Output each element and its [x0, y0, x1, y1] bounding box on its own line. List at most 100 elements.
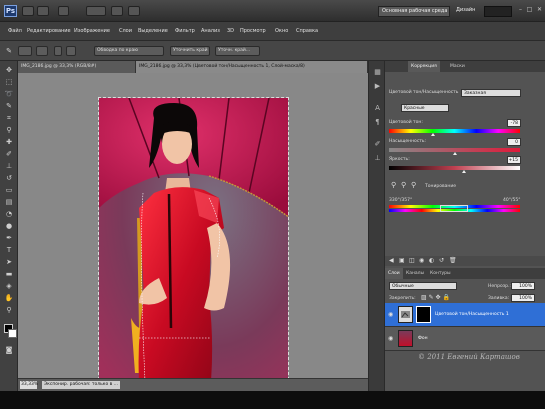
eyedropper-add-icon[interactable]: ⚲	[401, 181, 406, 189]
eraser-tool-icon[interactable]: ▭	[4, 185, 14, 195]
layer-mask-thumbnail[interactable]	[416, 306, 431, 323]
menu-view[interactable]: Просмотр	[240, 28, 266, 34]
photo-canvas[interactable]	[98, 97, 289, 380]
auto-enhance-field[interactable]: Обводка по краю	[94, 46, 164, 56]
brush-panel-icon[interactable]: ✐	[372, 139, 383, 149]
pen-tool-icon[interactable]: ✒	[4, 233, 14, 243]
dodge-tool-icon[interactable]: ●	[4, 221, 14, 231]
paragraph-panel-icon[interactable]: ¶	[372, 117, 383, 127]
view-previous-icon[interactable]: ◐	[429, 257, 434, 264]
menu-select[interactable]: Выделение	[138, 28, 168, 34]
crop-tool-icon[interactable]: ⌗	[4, 113, 14, 123]
selection-mode-buttons[interactable]	[18, 46, 32, 56]
healing-brush-icon[interactable]: ✚	[4, 137, 14, 147]
menu-layers[interactable]: Слои	[119, 28, 132, 34]
delete-icon[interactable]: 🗑	[449, 257, 457, 264]
range-selector[interactable]	[440, 205, 468, 212]
tab-histogram[interactable]	[385, 61, 407, 72]
close-icon[interactable]: ✕	[535, 5, 544, 14]
return-icon[interactable]: ◀	[389, 257, 394, 264]
tab-adjustments[interactable]: Коррекция	[408, 61, 440, 72]
layer-name[interactable]: Фон	[418, 336, 428, 341]
type-tool-icon[interactable]: T	[4, 245, 14, 255]
reset-icon[interactable]: ↺	[439, 257, 444, 264]
saturation-slider[interactable]	[453, 152, 457, 155]
background-color-swatch[interactable]	[8, 329, 17, 338]
3d-rotate-icon[interactable]: ◈	[4, 281, 14, 291]
gradient-tool-icon[interactable]: ▤	[4, 197, 14, 207]
visibility-icon[interactable]: ◉	[419, 257, 424, 264]
zoom-level-field[interactable]: 33,33%	[20, 381, 38, 389]
menu-help[interactable]: Справка	[296, 28, 318, 34]
menu-edit[interactable]: Редактирование	[27, 28, 71, 34]
tab-masks[interactable]: Маски	[447, 61, 468, 72]
preset-dropdown[interactable]: Заказная	[461, 89, 521, 97]
eyedropper-icon[interactable]: ⚲	[391, 181, 396, 189]
screen-mode-button[interactable]	[128, 6, 140, 16]
maximize-icon[interactable]: □	[525, 5, 534, 14]
fill-field[interactable]: 100%	[511, 294, 535, 302]
brush-size[interactable]	[54, 46, 62, 56]
arrange-documents-button[interactable]	[111, 6, 123, 16]
lightness-slider[interactable]	[462, 170, 466, 173]
search-input[interactable]	[484, 6, 512, 17]
opacity-field[interactable]: 100%	[511, 282, 535, 290]
lock-pixels-icon[interactable]: ▨ ✎ ✥ 🔒	[421, 294, 450, 301]
refine-edge-field[interactable]: Уточнить край	[170, 46, 210, 56]
eyedropper-subtract-icon[interactable]: ⚲	[411, 181, 416, 189]
layer-name[interactable]: Цветовой тон/Насыщенность 1	[435, 312, 509, 317]
path-selection-icon[interactable]: ➤	[4, 257, 14, 267]
hand-tool-icon[interactable]: ✋	[4, 293, 14, 303]
minimize-icon[interactable]: –	[516, 5, 525, 14]
actions-panel-icon[interactable]: ▶	[372, 81, 383, 91]
menu-window[interactable]: Окно	[275, 28, 288, 34]
menu-filter[interactable]: Фильтр	[175, 28, 195, 34]
document-tab-2[interactable]: IMG_2186.jpg @ 33,3% (Цветовой тон/Насыщ…	[136, 61, 368, 73]
mini-bridge-button[interactable]	[37, 6, 49, 16]
design-workspace-label[interactable]: Дизайн	[456, 7, 475, 13]
hue-value-field[interactable]: -78	[507, 119, 521, 127]
clone-stamp-icon[interactable]: ⊥	[4, 161, 14, 171]
document-tab-1[interactable]: IMG_2186.jpg @ 33,3% (RGB/8#)	[18, 61, 136, 73]
tab-channels[interactable]: Каналы	[403, 268, 428, 279]
hue-slider[interactable]	[431, 133, 435, 136]
blend-mode-dropdown[interactable]: Обычные	[389, 282, 457, 290]
extras-button[interactable]	[58, 6, 69, 16]
quick-selection-icon[interactable]: ✎	[4, 101, 14, 111]
eye-icon[interactable]: ◉	[388, 311, 393, 318]
eyedropper-tool-icon[interactable]: ⚲	[4, 125, 14, 135]
layer-row[interactable]: ◉ Цветовой тон/Насыщенность 1	[385, 303, 545, 327]
channel-dropdown[interactable]: Красные	[401, 104, 449, 112]
status-info[interactable]: Экспонир. рабочая: только в ...	[42, 381, 121, 389]
refine-edge-button[interactable]: Уточн. край...	[215, 46, 260, 56]
tab-layers[interactable]: Слои	[385, 268, 403, 279]
move-tool-icon[interactable]: ✥	[4, 65, 14, 75]
layer-row[interactable]: ◉ Фон	[385, 327, 545, 351]
bridge-button[interactable]	[22, 6, 34, 16]
expand-icon[interactable]: ▣	[399, 257, 405, 264]
tab-paths[interactable]: Контуры	[427, 268, 454, 279]
shape-tool-icon[interactable]: ▬	[4, 269, 14, 279]
colorize-checkbox-label[interactable]: Тонирование	[425, 184, 456, 189]
clip-icon[interactable]: ◫	[409, 257, 415, 264]
quick-selection-tool-icon[interactable]: ✎	[4, 46, 14, 56]
history-panel-icon[interactable]: ▦	[372, 67, 383, 77]
zoom-tool-icon[interactable]: ⚲	[4, 305, 14, 315]
menu-analysis[interactable]: Анализ	[201, 28, 220, 34]
saturation-value-field[interactable]: 0	[507, 138, 521, 146]
menu-3d[interactable]: 3D	[227, 28, 234, 34]
blur-tool-icon[interactable]: ◔	[4, 209, 14, 219]
brush-tool-icon[interactable]: ✐	[4, 149, 14, 159]
clone-source-panel-icon[interactable]: ⊥	[372, 153, 383, 163]
marquee-tool-icon[interactable]: ⬚	[4, 77, 14, 87]
quick-mask-icon[interactable]: ◙	[4, 345, 14, 355]
lasso-tool-icon[interactable]: ➰	[4, 89, 14, 99]
sample-all-checkbox[interactable]	[66, 46, 76, 56]
lightness-value-field[interactable]: +15	[507, 156, 521, 164]
menu-image[interactable]: Изображение	[74, 28, 110, 34]
menu-file[interactable]: Файл	[8, 28, 22, 34]
zoom-level-dropdown[interactable]	[86, 6, 106, 16]
eye-icon[interactable]: ◉	[388, 335, 393, 342]
history-brush-icon[interactable]: ↺	[4, 173, 14, 183]
workspace-switcher[interactable]: Основная рабочая среда	[378, 6, 450, 17]
